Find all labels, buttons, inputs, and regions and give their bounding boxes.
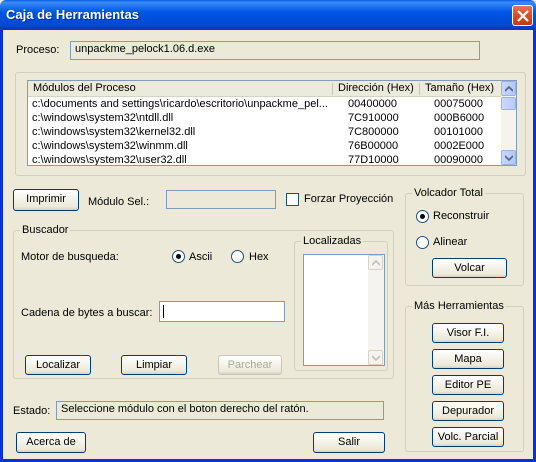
module-path: c:\windows\system32\user32.dll bbox=[32, 154, 187, 166]
localizar-button[interactable]: Localizar bbox=[25, 355, 91, 375]
proceso-label: Proceso: bbox=[16, 44, 60, 56]
proceso-field: unpackme_pelock1.06.d.exe bbox=[70, 41, 480, 60]
localizadas-list[interactable] bbox=[303, 254, 385, 366]
cadena-label: Cadena de bytes a buscar: bbox=[21, 307, 153, 319]
module-address: 7C910000 bbox=[348, 112, 399, 124]
title-bar[interactable]: Caja de Herramientas bbox=[0, 0, 536, 30]
depurador-button[interactable]: Depurador bbox=[432, 401, 504, 421]
column-header-direccion[interactable]: Dirección (Hex) bbox=[338, 82, 414, 94]
visor-fi-button[interactable]: Visor F.I. bbox=[432, 323, 504, 343]
modules-list-header: Módulos del Proceso Dirección (Hex) Tama… bbox=[28, 81, 501, 97]
scroll-up-button[interactable] bbox=[368, 255, 383, 270]
modules-list[interactable]: Módulos del Proceso Dirección (Hex) Tama… bbox=[27, 80, 517, 166]
modules-scrollbar[interactable] bbox=[501, 81, 516, 165]
module-address: 76B00000 bbox=[348, 140, 399, 152]
column-header-tamano[interactable]: Tamaño (Hex) bbox=[425, 82, 494, 94]
hex-label[interactable]: Hex bbox=[249, 251, 269, 263]
ascii-label[interactable]: Ascii bbox=[189, 251, 212, 263]
alinear-radio[interactable] bbox=[416, 236, 429, 249]
localizadas-legend: Localizadas bbox=[301, 235, 364, 247]
scroll-up-button[interactable] bbox=[501, 81, 516, 96]
reconstruir-label[interactable]: Reconstruir bbox=[433, 210, 489, 222]
forzar-proyeccion-label[interactable]: Forzar Proyección bbox=[304, 193, 393, 205]
module-address: 00400000 bbox=[348, 98, 397, 110]
chevron-up-icon bbox=[372, 260, 380, 266]
chevron-down-icon bbox=[372, 355, 380, 361]
volcador-legend: Volcador Total bbox=[412, 187, 485, 199]
close-button[interactable] bbox=[512, 5, 533, 26]
modulo-sel-label: Módulo Sel.: bbox=[88, 196, 150, 208]
module-address: 7C800000 bbox=[348, 126, 399, 138]
parchear-button[interactable]: Parchear bbox=[218, 355, 282, 375]
module-size: 00090000 bbox=[434, 154, 483, 166]
ascii-radio[interactable] bbox=[172, 250, 185, 263]
close-icon bbox=[517, 10, 529, 22]
mapa-button[interactable]: Mapa bbox=[432, 349, 504, 369]
module-size: 00075000 bbox=[434, 98, 483, 110]
module-address: 77D10000 bbox=[348, 154, 399, 166]
buscador-legend: Buscador bbox=[20, 224, 71, 236]
salir-button[interactable]: Salir bbox=[313, 432, 385, 453]
module-path: c:\documents and settings\ricardo\escrit… bbox=[32, 98, 328, 110]
module-path: c:\windows\system32\kernel32.dll bbox=[32, 126, 196, 138]
column-header-modulos[interactable]: Módulos del Proceso bbox=[33, 82, 136, 94]
scroll-down-button[interactable] bbox=[501, 150, 516, 165]
text-cursor bbox=[163, 305, 164, 318]
acerca-de-button[interactable]: Acerca de bbox=[16, 432, 86, 453]
estado-label: Estado: bbox=[13, 405, 51, 417]
localizadas-scrollbar[interactable] bbox=[368, 255, 384, 365]
volcar-button[interactable]: Volcar bbox=[432, 258, 507, 278]
chevron-down-icon bbox=[505, 155, 513, 161]
volc-parcial-button[interactable]: Volc. Parcial bbox=[432, 427, 504, 447]
module-size: 0002E000 bbox=[434, 140, 485, 152]
scroll-thumb[interactable] bbox=[501, 97, 516, 110]
cadena-input[interactable] bbox=[159, 301, 285, 322]
motor-label: Motor de busqueda: bbox=[21, 251, 119, 263]
editor-pe-button[interactable]: Editor PE bbox=[432, 375, 504, 395]
module-size: 000B6000 bbox=[434, 112, 485, 124]
hex-radio[interactable] bbox=[231, 250, 244, 263]
modulo-sel-field bbox=[166, 190, 276, 209]
forzar-proyeccion-checkbox[interactable] bbox=[286, 193, 299, 206]
imprimir-button[interactable]: Imprimir bbox=[13, 189, 79, 211]
module-size: 00101000 bbox=[434, 126, 483, 138]
scroll-down-button[interactable] bbox=[368, 350, 383, 365]
mas-herramientas-legend: Más Herramientas bbox=[412, 300, 506, 312]
chevron-up-icon bbox=[505, 86, 513, 92]
reconstruir-radio[interactable] bbox=[416, 210, 429, 223]
limpiar-button[interactable]: Limpiar bbox=[121, 355, 187, 375]
module-path: c:\windows\system32\ntdll.dll bbox=[32, 112, 174, 124]
window-title: Caja de Herramientas bbox=[6, 7, 139, 22]
module-path: c:\windows\system32\winmm.dll bbox=[32, 140, 188, 152]
estado-field: Seleccione módulo con el boton derecho d… bbox=[56, 401, 384, 420]
alinear-label[interactable]: Alinear bbox=[433, 236, 467, 248]
